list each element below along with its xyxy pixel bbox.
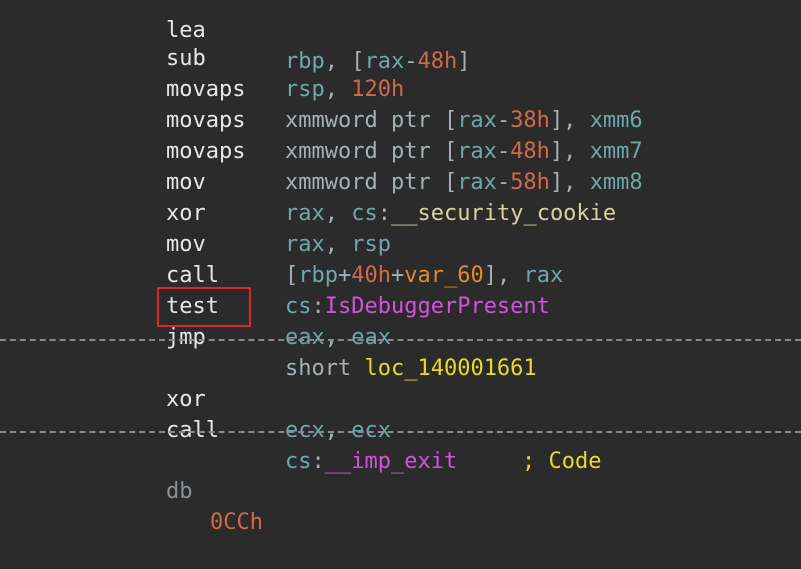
asm-line[interactable]: test eax, eax <box>0 260 391 350</box>
asm-line[interactable]: sub rsp, 120h <box>0 12 404 102</box>
local-variable[interactable]: var_60 <box>404 263 483 288</box>
asm-line[interactable]: call cs:IsDebuggerPresent <box>0 229 550 319</box>
mnemonic: lea <box>166 18 206 43</box>
asm-line-jmp[interactable]: jmp short loc_140001661 <box>0 291 537 381</box>
operands: rax, cs:__security_cookie <box>285 201 617 226</box>
operands: 0CCh <box>210 510 263 535</box>
asm-line[interactable]: movaps xmmword ptr [rax-38h], xmm6 <box>0 43 643 133</box>
operands: xmmword ptr [rax-38h], xmm6 <box>285 108 643 133</box>
operands: rbp, [rax-48h] <box>285 49 471 74</box>
operands: rax, rsp <box>285 232 391 257</box>
jump-target-label[interactable]: loc_140001661 <box>364 356 536 381</box>
block-separator <box>0 339 801 341</box>
operands: short loc_140001661 <box>285 356 537 381</box>
operands: [rbp+40h+var_60], rax <box>285 263 564 288</box>
mnemonic: db <box>166 479 193 504</box>
imp-exit-import[interactable]: __imp_exit <box>325 449 457 474</box>
asm-line[interactable]: xor ecx, ecx ; Code <box>0 353 601 474</box>
code-comment: ; Code <box>522 449 602 474</box>
operands: xmmword ptr [rax-48h], xmm7 <box>285 139 643 164</box>
mnemonic: xor <box>166 387 206 412</box>
mnemonic: xor <box>166 201 206 226</box>
asm-line[interactable]: movaps xmmword ptr [rax-58h], xmm8 <box>0 105 643 195</box>
mnemonic: mov <box>166 170 206 195</box>
asm-line[interactable]: mov rax, cs:__security_cookie <box>0 136 616 226</box>
operands: cs:IsDebuggerPresent <box>285 294 550 319</box>
asm-line[interactable]: call cs:__imp_exit <box>0 384 457 474</box>
asm-line[interactable]: movaps xmmword ptr [rax-48h], xmm7 <box>0 74 643 164</box>
mnemonic: movaps <box>166 139 246 164</box>
mnemonic: mov <box>166 232 206 257</box>
operands: cs:__imp_exit <box>285 449 458 474</box>
jmp-highlight-box <box>157 287 251 327</box>
operands: xmmword ptr [rax-58h], xmm8 <box>285 170 643 195</box>
asm-line[interactable]: mov [rbp+40h+var_60], rax <box>0 198 563 288</box>
operands: rsp, 120h <box>285 77 405 102</box>
mnemonic: movaps <box>166 108 246 133</box>
block-separator <box>0 431 801 433</box>
asm-line[interactable]: xor rax, rsp <box>0 167 391 257</box>
asm-line[interactable]: db 0CCh <box>0 445 263 535</box>
mnemonic: sub <box>166 46 206 71</box>
mnemonic: movaps <box>166 77 246 102</box>
isdebuggerpresent-import[interactable]: IsDebuggerPresent <box>325 294 550 319</box>
operands: eax, eax <box>285 325 391 350</box>
security-cookie-symbol[interactable]: __security_cookie <box>391 201 616 226</box>
